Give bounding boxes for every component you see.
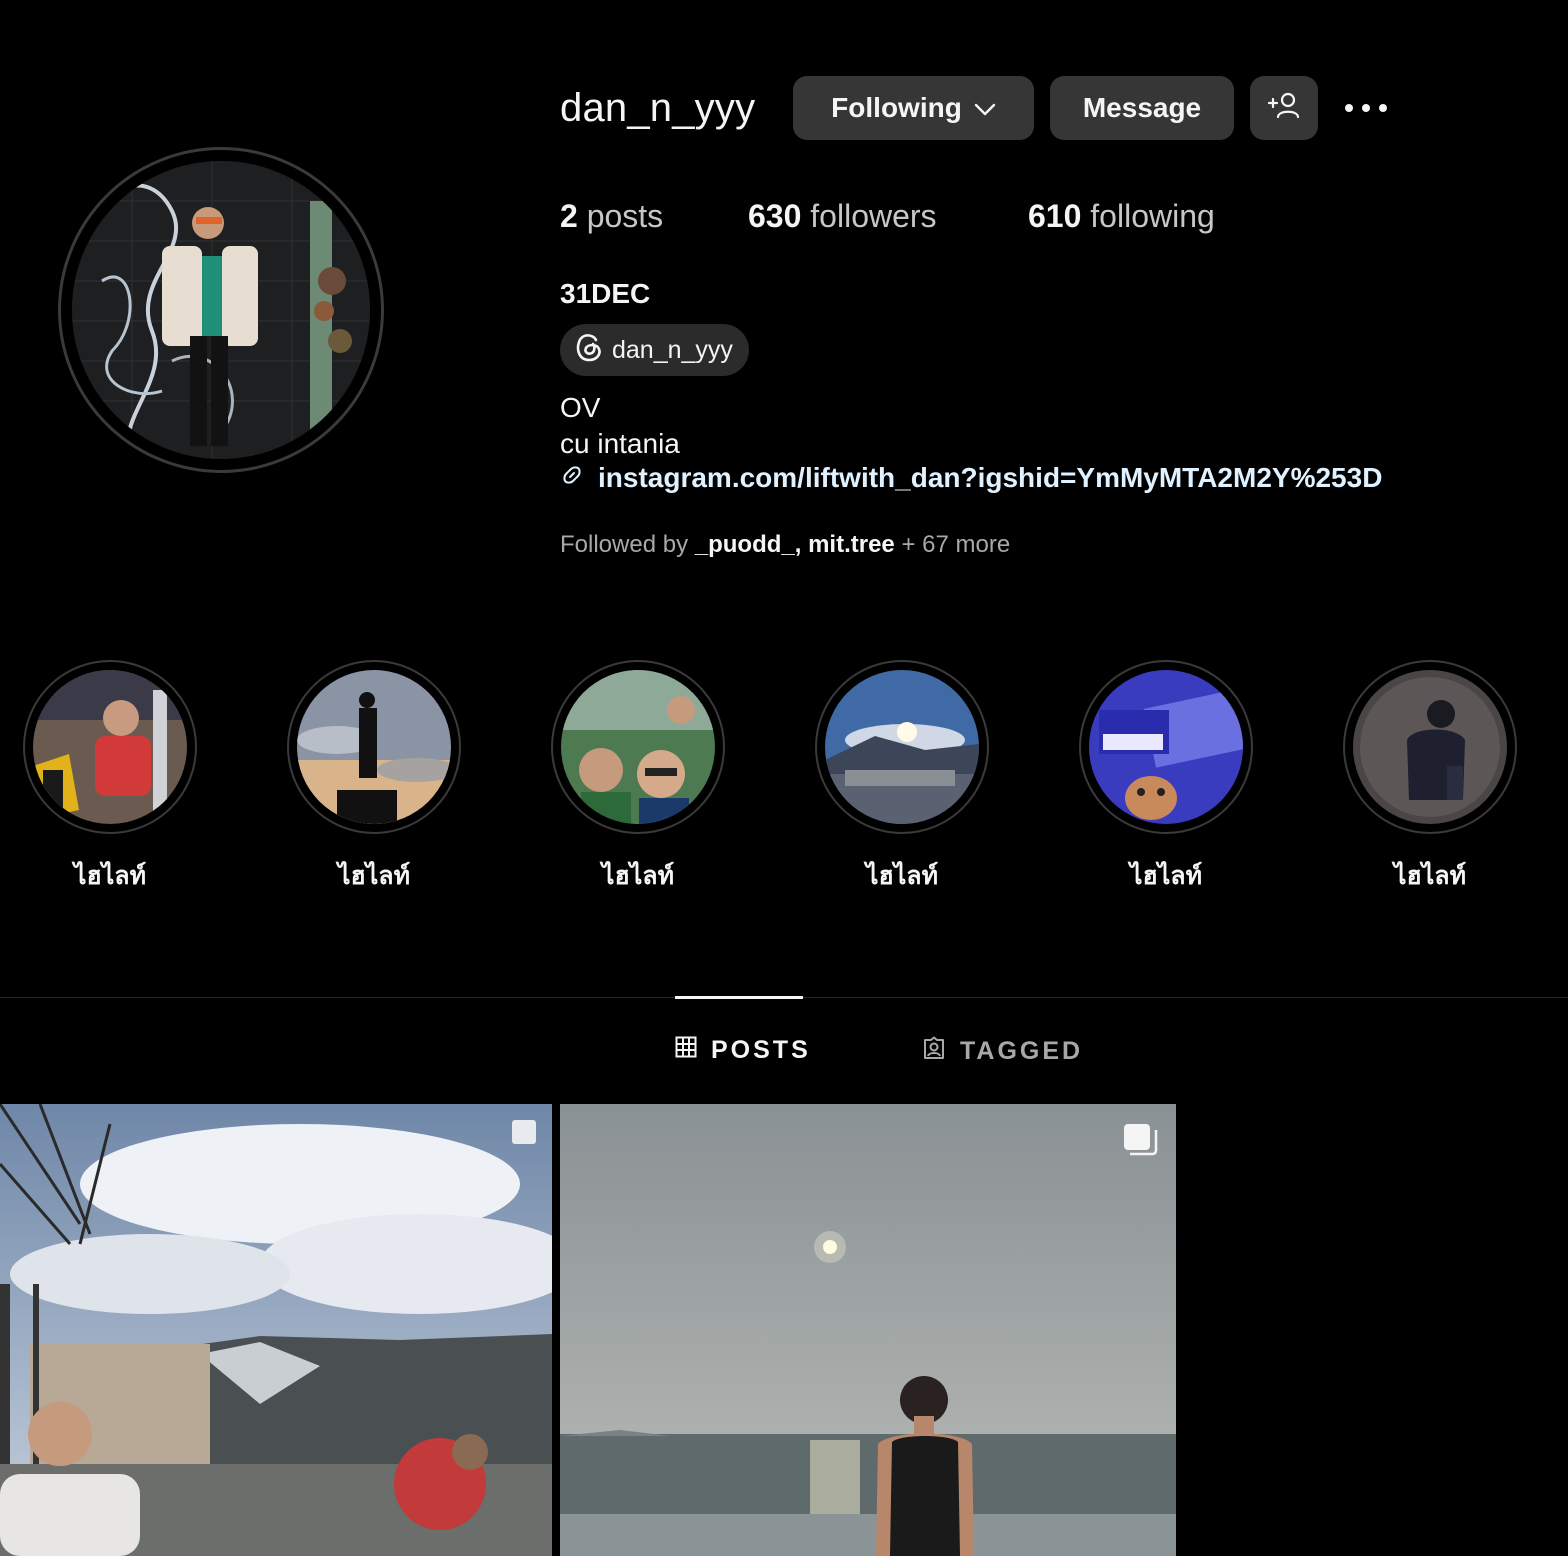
highlight-ring (815, 660, 989, 834)
followers-link[interactable]: 630 followers (748, 196, 937, 236)
profile-link-text: instagram.com/liftwith_dan?igshid=YmMyMT… (598, 462, 1383, 493)
chevron-down-icon (974, 92, 996, 124)
highlight-label: ไฮไลท์ (1129, 861, 1203, 890)
followed-by-separator: , (794, 531, 802, 558)
highlight-label: ไฮไลท์ (337, 861, 411, 890)
link-icon (560, 460, 584, 496)
highlight-item[interactable]: ไฮไลท์ (22, 660, 198, 896)
grid-icon (675, 1036, 697, 1065)
highlight-cover (297, 670, 451, 824)
followers-count-label: followers (810, 198, 937, 234)
followed-by-more: + 67 more (901, 531, 1011, 558)
message-button-label: Message (1082, 92, 1202, 123)
followed-by[interactable]: Followed by _puodd_, mit.tree + 67 more (560, 530, 1010, 560)
highlight-ring (23, 660, 197, 834)
bio-line: cu intania (560, 428, 680, 459)
highlight-label: ไฮไลท์ (865, 861, 939, 890)
highlight-label: ไฮไลท์ (73, 861, 147, 890)
highlight-label: ไฮไลท์ (1393, 861, 1467, 890)
following-button-label: Following (831, 92, 962, 123)
following-button[interactable]: Following (793, 76, 1034, 140)
highlight-cover (825, 670, 979, 824)
profile-avatar (72, 161, 370, 459)
highlight-label: ไฮไลท์ (601, 861, 675, 890)
highlight-item[interactable]: ไฮไลท์ (550, 660, 726, 896)
highlight-cover (561, 670, 715, 824)
add-user-icon (1267, 91, 1301, 126)
following-link[interactable]: 610 following (1028, 196, 1215, 236)
posts-count-value: 2 (560, 198, 578, 234)
more-options-icon[interactable] (1340, 92, 1392, 124)
active-tab-indicator (675, 996, 803, 999)
highlight-cover (33, 670, 187, 824)
tagged-icon (922, 1036, 946, 1067)
highlight-ring (551, 660, 725, 834)
highlight-ring (1343, 660, 1517, 834)
highlight-item[interactable]: ไฮไลท์ (1078, 660, 1254, 896)
followers-count-value: 630 (748, 198, 802, 234)
following-count-label: following (1090, 198, 1215, 234)
highlight-ring (287, 660, 461, 834)
highlight-ring (1079, 660, 1253, 834)
profile-username: dan_n_yyy (560, 86, 756, 130)
threads-icon (574, 331, 604, 370)
tab-posts[interactable]: POSTS (675, 1036, 811, 1065)
followed-by-prefix: Followed by (560, 531, 689, 558)
highlight-cover (1353, 670, 1507, 824)
message-button[interactable]: Message (1050, 76, 1234, 140)
threads-badge[interactable]: dan_n_yyy (560, 324, 749, 376)
highlight-cover (1089, 670, 1243, 824)
tab-posts-label: POSTS (711, 1036, 811, 1064)
profile-avatar-ring[interactable] (58, 147, 384, 473)
following-count-value: 610 (1028, 198, 1082, 234)
highlight-item[interactable]: ไฮไลท์ (1342, 660, 1518, 896)
posts-count: 2 posts (560, 196, 663, 236)
threads-handle: dan_n_yyy (612, 335, 733, 364)
profile-full-name: 31DEC (560, 278, 651, 309)
highlight-item[interactable]: ไฮไลท์ (286, 660, 462, 896)
followed-by-user: _puodd_ (694, 531, 795, 558)
followed-by-user: mit.tree (808, 531, 895, 558)
post-thumbnail[interactable] (560, 1104, 1176, 1556)
bio-line: OV (560, 392, 601, 423)
tab-tagged[interactable]: TAGGED (922, 1036, 1083, 1067)
post-thumbnail[interactable] (0, 1104, 552, 1556)
highlight-item[interactable]: ไฮไลท์ (814, 660, 990, 896)
posts-count-label: posts (586, 198, 664, 234)
tab-tagged-label: TAGGED (960, 1037, 1084, 1065)
suggested-users-button[interactable] (1250, 76, 1318, 140)
profile-link[interactable]: instagram.com/liftwith_dan?igshid=YmMyMT… (560, 460, 1382, 496)
profile-bio: OV cu intania (560, 390, 680, 462)
